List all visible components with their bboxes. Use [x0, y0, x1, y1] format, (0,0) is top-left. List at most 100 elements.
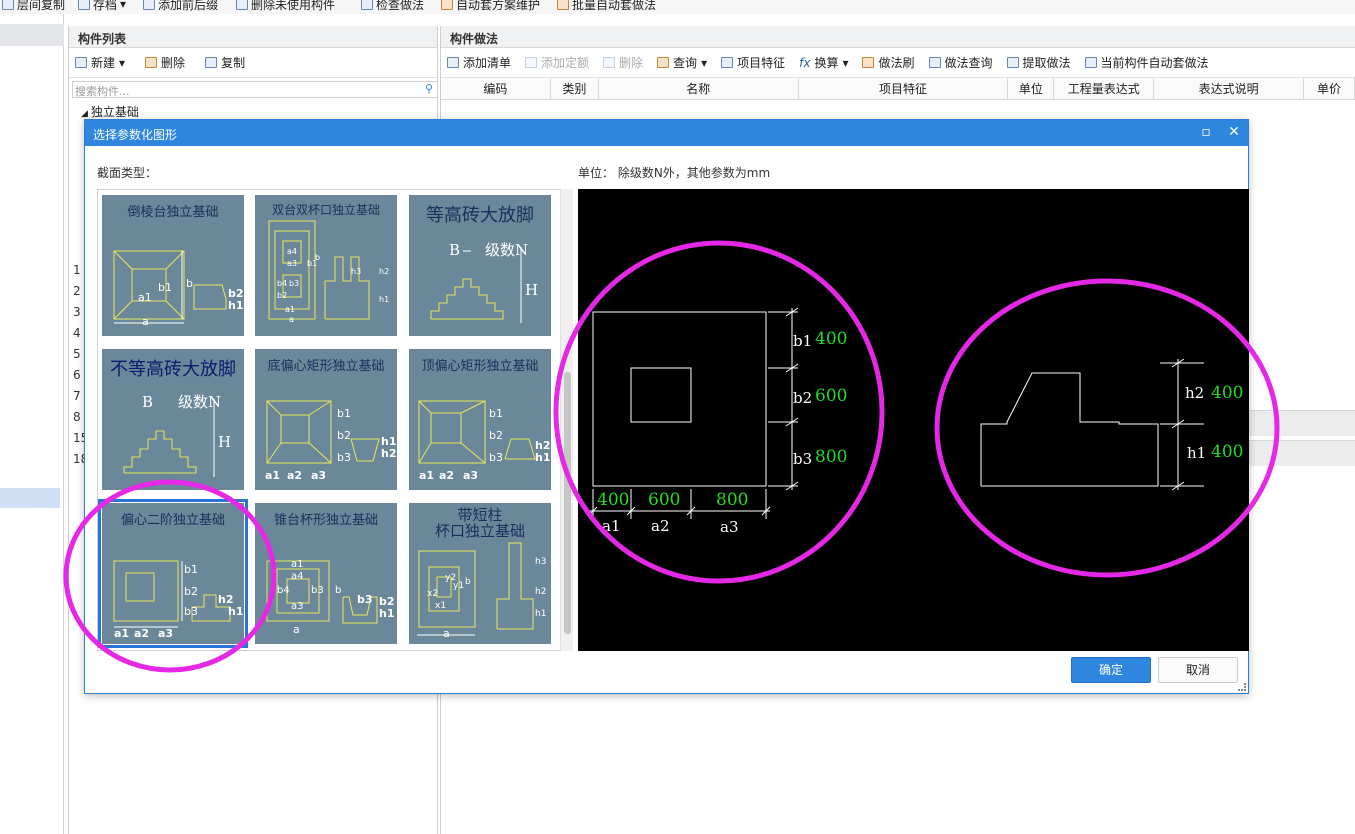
method-query-button[interactable]: 做法查询 — [928, 54, 993, 71]
param-label: h1 — [535, 609, 547, 619]
convert-button[interactable]: fx 换算 ▾ — [799, 54, 848, 71]
param-label: b1 — [337, 407, 351, 420]
maximize-icon[interactable]: ▫ — [1198, 124, 1214, 140]
col-header[interactable]: 表达式说明 — [1154, 78, 1305, 99]
delete-method-button[interactable]: 删除 — [603, 54, 643, 71]
chevron-down-icon: ▾ — [120, 0, 127, 11]
toolbar-save-archive[interactable]: 存档 ▾ — [78, 0, 126, 12]
fx-icon: fx — [799, 55, 811, 70]
left-nav-strip — [0, 14, 64, 834]
param-label: a1 — [285, 305, 295, 314]
col-header[interactable]: 单价 — [1304, 78, 1355, 99]
collapse-arrow-icon[interactable]: ◢ — [81, 109, 88, 119]
shape-thumb[interactable]: 等高砖大放脚 B 级数N H — [409, 195, 551, 336]
param-label: a — [293, 623, 300, 636]
toolbar-layer-copy[interactable]: 层间复制 — [2, 0, 65, 12]
toolbar-check-method[interactable]: 检查做法 — [361, 0, 424, 12]
col-header[interactable]: 工程量表达式 — [1054, 78, 1155, 99]
new-button[interactable]: 新建 ▾ — [75, 54, 125, 71]
preview-param-value[interactable]: 600 — [648, 490, 680, 510]
item-feature-button[interactable]: 项目特征 — [721, 54, 785, 71]
dialog-title: 选择参数化图形 — [93, 128, 178, 142]
copy-button[interactable]: 复制 — [205, 54, 245, 71]
col-header[interactable]: 名称 — [599, 78, 799, 99]
add-quota-button[interactable]: 添加定额 — [525, 54, 589, 71]
col-header[interactable]: 编码 — [441, 78, 551, 99]
preview-param-value[interactable]: 600 — [815, 386, 847, 406]
param-label: b3 — [311, 585, 324, 596]
layer-copy-icon — [2, 0, 14, 10]
select-parametric-shape-dialog: 选择参数化图形 ▫ ✕ 截面类型： 单位： 除级数N外，其他参数为mm 倒棱台独… — [84, 119, 1249, 694]
param-label: x2 — [427, 589, 439, 599]
ok-button[interactable]: 确定 — [1071, 657, 1151, 683]
left-nav-header — [0, 24, 64, 46]
toolbar-auto-scheme[interactable]: 自动套方案维护 — [441, 0, 540, 12]
method-actions: 添加清单 添加定额 删除 查询 ▾ 项目特征 fx 换算 ▾ 做法刷 做法查询 提取做… — [441, 48, 1355, 78]
search-icon[interactable]: ⚲ — [425, 82, 433, 95]
toolbar-delete-unused[interactable]: 删除未使用构件 — [236, 0, 335, 12]
method-brush-button[interactable]: 做法刷 — [862, 54, 915, 71]
param-label: b — [465, 577, 471, 587]
param-label: a2 — [134, 627, 150, 640]
preview-param-value[interactable]: 800 — [815, 447, 847, 467]
param-label: b1 — [489, 407, 503, 420]
col-header[interactable]: 项目特征 — [799, 78, 1009, 99]
param-label: b3 — [337, 451, 351, 464]
shape-thumb[interactable]: 倒棱台独立基础 b1 b b2 h1 a1 a — [102, 195, 244, 336]
toolbar-batch-auto[interactable]: 批量自动套做法 — [557, 0, 656, 12]
method-panel-title: 构件做法 — [441, 26, 1355, 48]
batch-auto-icon — [557, 0, 569, 10]
extract-method-button[interactable]: 提取做法 — [1006, 54, 1071, 71]
auto-apply-current-button[interactable]: 当前构件自动套做法 — [1084, 54, 1209, 71]
new-icon — [75, 57, 87, 68]
preview-param-value[interactable]: 400 — [815, 329, 847, 349]
left-nav-selected-row[interactable] — [0, 488, 60, 508]
component-list-title: 构件列表 — [69, 26, 437, 48]
preview-param-value[interactable]: 400 — [1211, 383, 1243, 403]
grey-band — [1241, 410, 1355, 436]
search-input[interactable]: 搜索构件... ⚲ — [72, 81, 438, 98]
preview-param-value[interactable]: 800 — [716, 490, 748, 510]
shape-thumb[interactable]: 底偏心矩形独立基础 b1 b2 b3 h1 h2 a1 a2 a3 — [255, 349, 397, 490]
preview-param-name: h1 — [1187, 444, 1207, 462]
shape-thumb[interactable]: 锥台杯形独立基础 a1 a4 b4 a3 b3 b b3 b2 h1 a — [255, 503, 397, 644]
delete-button[interactable]: 删除 — [145, 54, 185, 71]
shape-thumb[interactable]: 带短柱 杯口独立基础 h3 h2 h1 x2 x1 y1 y2 b a — [409, 503, 551, 644]
param-label: b2 — [184, 585, 198, 598]
shape-thumb-selected[interactable]: 偏心二阶独立基础 b1 b2 b3 h2 h1 a1 a2 a3 — [98, 499, 248, 648]
param-label: a3 — [158, 627, 174, 640]
param-label: h3 — [535, 557, 547, 567]
param-label: a3 — [463, 469, 479, 482]
shape-name: 锥台杯形独立基础 — [273, 513, 378, 528]
param-label: b3 — [289, 279, 300, 288]
param-label: h1 — [535, 451, 551, 464]
param-label: b1 — [158, 281, 172, 294]
brush-icon — [862, 57, 875, 68]
resize-grip-icon[interactable] — [1238, 683, 1246, 691]
shape-thumb[interactable]: 顶偏心矩形独立基础 b1 b2 b3 h2 h1 a1 a2 a3 — [409, 349, 551, 490]
col-header[interactable]: 类别 — [551, 78, 599, 99]
preview-drawing — [588, 307, 1204, 519]
tree-item-root[interactable]: ◢ 独立基础 — [81, 103, 139, 120]
shape-grid: 倒棱台独立基础 b1 b b2 h1 a1 a 双台双杯口独立基础 a4 a3 … — [97, 189, 573, 651]
section-type-label: 截面类型： — [97, 166, 158, 180]
copy-icon — [205, 57, 218, 68]
toolbar-add-prefix[interactable]: 添加前后缀 — [143, 0, 218, 12]
add-prefix-icon — [143, 0, 155, 10]
col-header[interactable]: 单位 — [1008, 78, 1055, 99]
preview-param-value[interactable]: 400 — [597, 490, 629, 510]
param-label: a — [443, 627, 450, 640]
grey-band — [1241, 440, 1355, 466]
close-icon[interactable]: ✕ — [1226, 124, 1242, 140]
scrollbar-thumb[interactable] — [564, 372, 571, 634]
preview-param-value[interactable]: 400 — [1211, 442, 1243, 462]
add-list-button[interactable]: 添加清单 — [447, 54, 511, 71]
param-label: b — [335, 585, 342, 596]
query-button[interactable]: 查询 ▾ — [657, 54, 707, 71]
param-label: h2 — [535, 587, 547, 597]
shape-grid-scrollbar[interactable] — [560, 189, 573, 651]
cancel-button[interactable]: 取消 — [1158, 657, 1238, 683]
shape-thumb[interactable]: 不等高砖大放脚 B 级数N H — [102, 349, 244, 490]
shape-name: 双台双杯口独立基础 — [271, 203, 380, 217]
shape-thumb[interactable]: 双台双杯口独立基础 a4 a3 b4 b3 b2 b1 b h3 h2 h1 a… — [255, 195, 397, 336]
